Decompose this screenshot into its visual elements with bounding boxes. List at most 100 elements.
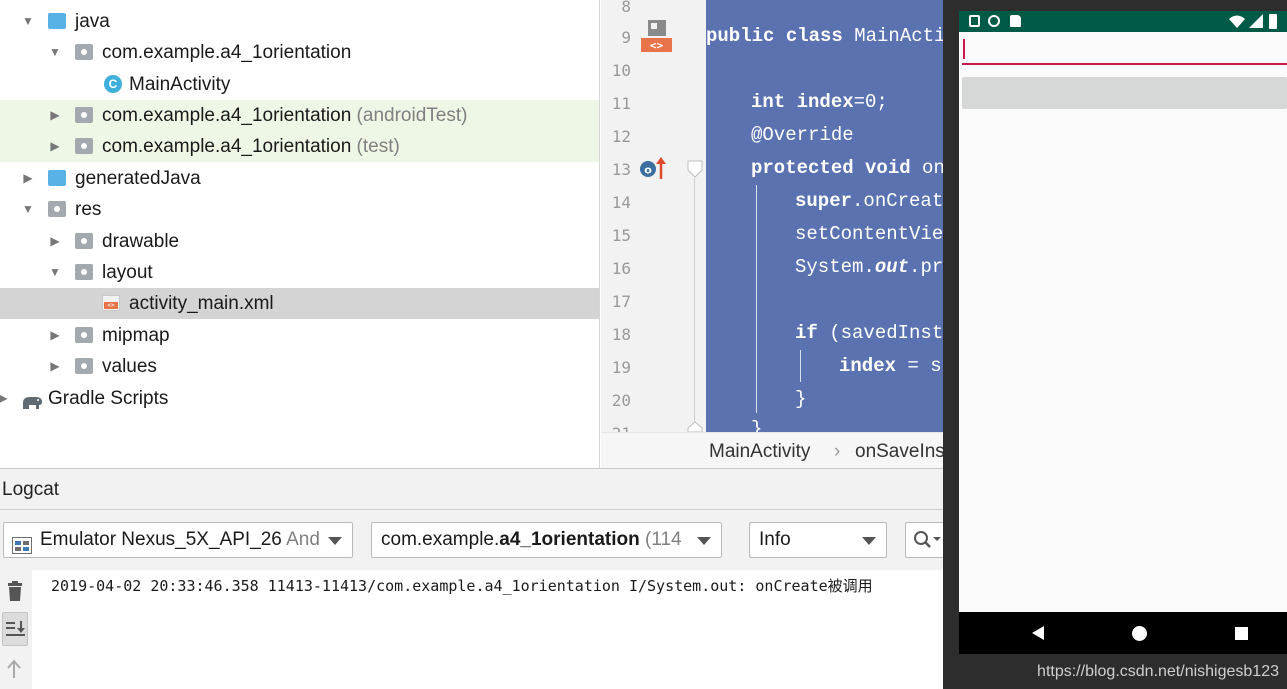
folder-icon xyxy=(75,264,93,280)
chevron-right-icon[interactable]: ▶ xyxy=(48,351,62,382)
chevron-right-icon[interactable]: ▶ xyxy=(48,320,62,351)
breadcrumb-separator: › xyxy=(834,441,841,462)
notification-a-icon xyxy=(969,15,980,27)
line-number: 8 xyxy=(621,0,631,16)
scroll-to-end-button[interactable] xyxy=(2,612,28,646)
chevron-down-icon[interactable]: ▼ xyxy=(21,6,35,37)
emulator-screen[interactable] xyxy=(959,11,1287,654)
app-button[interactable] xyxy=(962,77,1287,109)
tree-item-gradle-scripts[interactable]: ▶ Gradle Scripts xyxy=(0,383,599,414)
editor-gutter: 8 9 10 11 12 13 14 15 16 17 18 19 20 21 … xyxy=(601,0,706,443)
tree-item-res[interactable]: ▼ res xyxy=(0,194,599,225)
home-icon[interactable] xyxy=(1132,626,1147,641)
layout-gutter-icon[interactable]: <> xyxy=(641,20,672,52)
fold-guide xyxy=(694,178,695,422)
process-pid: (114 xyxy=(645,529,682,550)
static-field: out xyxy=(874,256,910,278)
arrow-up-icon[interactable] xyxy=(2,652,28,686)
tree-item-java[interactable]: ▼ java xyxy=(0,6,599,37)
override-method-icon[interactable]: o xyxy=(639,155,667,181)
fold-marker-icon[interactable] xyxy=(687,420,703,433)
breadcrumb-method[interactable]: onSaveInst xyxy=(855,441,943,463)
tree-item-drawable[interactable]: ▶ drawable xyxy=(0,226,599,257)
device-select[interactable]: Emulator Nexus_5X_API_26 And xyxy=(3,522,353,558)
line-number: 11 xyxy=(611,94,631,113)
code-area[interactable]: public class MainActi int index=0; @Over… xyxy=(706,0,943,432)
emulator-device-icon xyxy=(12,532,32,554)
folder-icon xyxy=(48,13,66,29)
chevron-down-icon xyxy=(328,537,342,545)
log-level-select[interactable]: Info xyxy=(749,522,887,558)
logcat-toolbar: Emulator Nexus_5X_API_26 And com.example… xyxy=(0,510,945,570)
source-set-suffix: (test) xyxy=(356,136,400,157)
line-number: 19 xyxy=(611,358,631,377)
tree-item-label: java xyxy=(75,11,110,32)
code-line-9: public class MainActi xyxy=(706,25,943,47)
text-input[interactable] xyxy=(962,33,1287,65)
notification-circle-icon xyxy=(988,15,1000,27)
code-editor[interactable]: 8 9 10 11 12 13 14 15 16 17 18 19 20 21 … xyxy=(601,0,943,468)
device-name: Emulator Nexus_5X_API_26 xyxy=(40,529,282,550)
chevron-right-icon[interactable]: ▶ xyxy=(0,383,10,414)
code-text: MainActi xyxy=(842,25,943,47)
process-package: com.example. xyxy=(381,529,500,550)
keyword: super xyxy=(795,190,853,212)
clear-logcat-button[interactable] xyxy=(2,577,28,611)
back-icon[interactable] xyxy=(1031,626,1045,640)
process-select[interactable]: com.example.a4_1orientation (114 xyxy=(371,522,722,558)
keyword: int index xyxy=(751,91,854,113)
tree-item-layout[interactable]: ▼ layout xyxy=(0,257,599,288)
battery-icon xyxy=(1269,14,1277,29)
tree-item-mipmap[interactable]: ▶ mipmap xyxy=(0,320,599,351)
code-text: .pr xyxy=(909,256,943,278)
tree-item-values[interactable]: ▶ values xyxy=(0,351,599,382)
package-icon xyxy=(75,107,93,123)
logcat-output[interactable]: 2019-04-02 20:33:46.358 11413-11413/com.… xyxy=(32,570,943,689)
chevron-right-icon[interactable]: ▶ xyxy=(48,131,62,162)
resource-folder-icon xyxy=(48,201,66,217)
breadcrumb-class[interactable]: MainActivity xyxy=(709,441,810,463)
generated-folder-icon xyxy=(48,170,66,186)
line-number: 10 xyxy=(611,61,631,80)
code-line-20: } xyxy=(795,388,807,410)
chevron-down-icon[interactable]: ▼ xyxy=(48,257,62,288)
search-field[interactable] xyxy=(905,522,945,558)
code-line-18: if (savedInsta xyxy=(795,322,943,344)
line-number: 13 xyxy=(611,160,631,179)
recents-icon[interactable] xyxy=(1235,627,1248,640)
tree-item-package-test[interactable]: ▶ com.example.a4_1orientation (test) xyxy=(0,131,599,162)
tree-item-generatedjava[interactable]: ▶ generatedJava xyxy=(0,163,599,194)
tree-item-activity-main-xml[interactable]: activity_main.xml xyxy=(0,288,599,319)
tree-item-label: Gradle Scripts xyxy=(48,388,169,409)
package-icon xyxy=(75,138,93,154)
breadcrumb: MainActivity › onSaveInst xyxy=(601,432,943,468)
chevron-down-icon[interactable]: ▼ xyxy=(48,37,62,68)
chevron-right-icon[interactable]: ▶ xyxy=(21,163,35,194)
line-number: 16 xyxy=(611,259,631,278)
tree-item-mainactivity[interactable]: C MainActivity xyxy=(0,69,599,100)
package-name: com.example.a4_1orientation xyxy=(102,136,352,157)
keyword: public class xyxy=(706,25,843,47)
text-cursor xyxy=(963,39,965,59)
tree-item-label: com.example.a4_1orientation xyxy=(102,42,352,63)
folder-icon xyxy=(75,358,93,374)
process-app: a4_1orientation xyxy=(499,529,640,550)
chevron-right-icon[interactable]: ▶ xyxy=(48,226,62,257)
navigation-bar xyxy=(959,612,1287,654)
device-select-value: Emulator Nexus_5X_API_26 And xyxy=(40,523,320,557)
keyword: if xyxy=(795,322,818,344)
chevron-down-icon xyxy=(862,537,876,545)
chevron-down-icon[interactable]: ▼ xyxy=(21,194,35,225)
cellular-signal-icon xyxy=(1249,14,1263,28)
ide-window: ▼ java ▼ com.example.a4_1orientation C M… xyxy=(0,0,1287,689)
chevron-right-icon[interactable]: ▶ xyxy=(48,100,62,131)
logcat-side-toolbar xyxy=(0,570,32,689)
tree-item-package-androidtest[interactable]: ▶ com.example.a4_1orientation (androidTe… xyxy=(0,100,599,131)
line-number: 9 xyxy=(621,28,631,47)
code-line-15: setContentView xyxy=(795,223,943,245)
tree-item-package-main[interactable]: ▼ com.example.a4_1orientation xyxy=(0,37,599,68)
svg-text:o: o xyxy=(644,164,652,177)
fold-marker-icon[interactable] xyxy=(687,160,703,178)
project-tree: ▼ java ▼ com.example.a4_1orientation C M… xyxy=(0,0,600,468)
tree-item-label: mipmap xyxy=(102,325,170,346)
